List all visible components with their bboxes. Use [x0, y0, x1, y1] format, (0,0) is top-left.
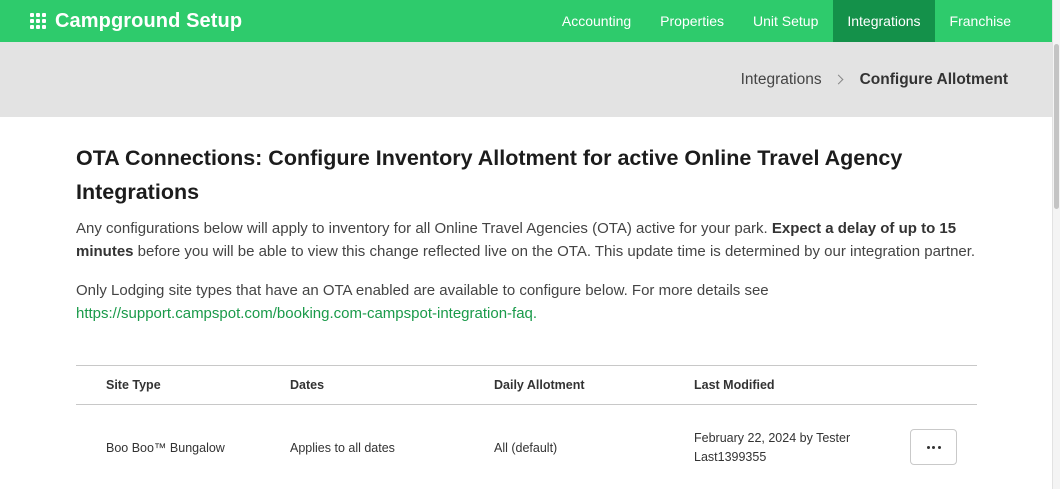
note-text: Only Lodging site types that have an OTA… — [76, 282, 769, 299]
breadcrumb-link-integrations[interactable]: Integrations — [741, 71, 822, 89]
note-paragraph: Only Lodging site types that have an OTA… — [76, 280, 981, 325]
chevron-right-icon — [833, 74, 844, 85]
allotment-table: Site Type Dates Daily Allotment Last Mod… — [76, 365, 977, 489]
intro-text-start: Any configurations below will apply to i… — [76, 220, 772, 237]
table-header: Site Type Dates Daily Allotment Last Mod… — [76, 366, 977, 405]
nav-item-unit-setup[interactable]: Unit Setup — [738, 0, 832, 42]
main-content: OTA Connections: Configure Inventory All… — [76, 117, 981, 325]
page-scrollbar[interactable] — [1052, 0, 1060, 489]
more-horizontal-icon — [926, 445, 941, 449]
intro-paragraph: Any configurations below will apply to i… — [76, 218, 981, 263]
intro-text-end: before you will be able to view this cha… — [133, 242, 976, 260]
scrollbar-thumb[interactable] — [1054, 44, 1059, 209]
breadcrumb: Integrations Configure Allotment — [0, 42, 1052, 117]
nav-item-accounting[interactable]: Accounting — [547, 0, 645, 42]
table-row: Boo Boo™ Bungalow Applies to all dates A… — [76, 405, 977, 489]
cell-daily-allotment: All (default) — [494, 440, 558, 455]
nav-item-integrations[interactable]: Integrations — [832, 0, 936, 42]
top-navigation-bar: Campground Setup Accounting Properties U… — [0, 0, 1052, 42]
cell-dates: Applies to all dates — [290, 440, 395, 455]
nav-item-franchise[interactable]: Franchise — [935, 0, 1052, 42]
row-actions-button[interactable] — [910, 429, 957, 465]
app-brand[interactable]: Campground Setup — [30, 10, 242, 33]
page-title: OTA Connections: Configure Inventory All… — [76, 146, 903, 204]
column-header-site-type: Site Type — [106, 378, 161, 392]
main-nav: Accounting Properties Unit Setup Integra… — [547, 0, 1052, 42]
column-header-dates: Dates — [290, 378, 325, 392]
cell-last-modified: February 22, 2024 by Tester Last1399355 — [694, 430, 851, 464]
grid-icon[interactable] — [30, 13, 46, 29]
column-header-daily-allotment: Daily Allotment — [494, 378, 585, 392]
breadcrumb-current: Configure Allotment — [859, 70, 1008, 88]
support-faq-link[interactable]: https://support.campspot.com/booking.com… — [76, 305, 537, 322]
nav-item-properties[interactable]: Properties — [646, 0, 739, 42]
cell-site-type: Boo Boo™ Bungalow — [106, 440, 225, 455]
column-header-last-modified: Last Modified — [694, 377, 775, 392]
app-title: Campground Setup — [55, 9, 243, 32]
